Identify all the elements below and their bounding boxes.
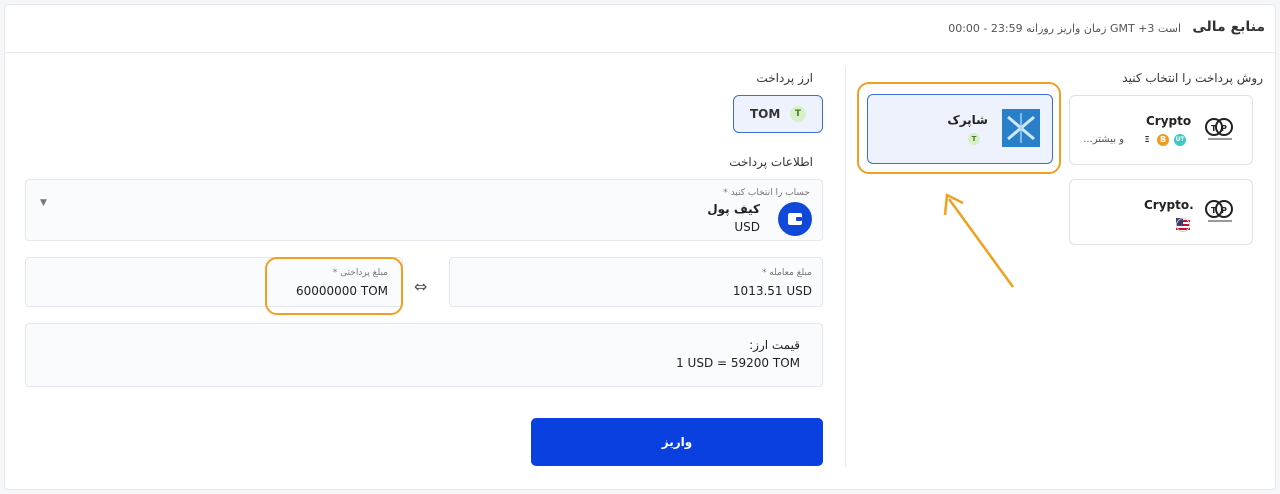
account-select[interactable]: حساب را انتخاب کنید * کیف پول USD ▼	[25, 179, 823, 241]
deposit-time-note: زمان واریز روزانه 23:59 - 00:00 GMT +3 ا…	[948, 22, 1181, 35]
page-title: منابع مالی	[1192, 19, 1265, 35]
tether-coin-icon: UT	[1174, 134, 1186, 146]
svg-text:P: P	[1221, 206, 1227, 215]
deal-amount-field[interactable]: مبلغ معامله * 1013.51 USD	[449, 257, 823, 307]
method-crypto-multi[interactable]: TP Crypto UT B Ξ و بیشتر...	[1069, 95, 1253, 165]
crypto-provider-logo-icon: TP	[1203, 196, 1237, 226]
currency-value: TOM	[750, 107, 781, 121]
currency-label: ارز پرداخت	[756, 71, 813, 85]
exchange-rate-box: قیمت ارز: 1 USD = 59200 TOM	[25, 323, 823, 387]
more-coins-text: و بیشتر...	[1083, 134, 1124, 145]
wallet-icon	[778, 202, 812, 236]
svg-text:T: T	[1211, 124, 1217, 133]
ethereum-coin-icon: Ξ	[1141, 134, 1153, 146]
crypto-provider-logo-icon: TP	[1203, 114, 1237, 144]
highlight-shaparak	[857, 82, 1061, 174]
deal-amount-label: مبلغ معامله *	[761, 268, 812, 278]
bitcoin-coin-icon: B	[1157, 134, 1169, 146]
deposit-button[interactable]: واریز	[531, 418, 823, 466]
annotation-arrow-icon	[943, 193, 1015, 288]
account-currency: USD	[734, 220, 760, 234]
toman-badge-icon: T	[790, 106, 806, 122]
rate-value: 1 USD = 59200 TOM	[676, 356, 800, 370]
main-card: منابع مالی زمان واریز روزانه 23:59 - 00:…	[4, 4, 1277, 490]
methods-label: روش پرداخت را انتخاب کنید	[1122, 71, 1263, 85]
method-crypto-usd[interactable]: TP Crypto.	[1069, 179, 1253, 245]
account-name: کیف پول	[707, 202, 760, 216]
method-name: Crypto.	[1144, 198, 1194, 212]
chevron-down-icon[interactable]: ▼	[40, 198, 47, 208]
header: منابع مالی زمان واریز روزانه 23:59 - 00:…	[5, 5, 1277, 53]
svg-text:T: T	[1211, 206, 1217, 215]
rate-label: قیمت ارز:	[749, 338, 800, 352]
svg-text:P: P	[1221, 124, 1227, 133]
us-flag-icon	[1176, 218, 1190, 232]
highlight-pay-amount	[265, 257, 403, 315]
account-select-label: حساب را انتخاب کنید *	[723, 188, 810, 198]
method-name: Crypto	[1146, 114, 1192, 128]
deal-amount-value: 1013.51 USD	[732, 284, 812, 298]
payment-info-label: اطلاعات پرداخت	[729, 155, 813, 169]
column-divider	[845, 67, 846, 467]
currency-tom-button[interactable]: TOM T	[733, 95, 823, 133]
swap-arrows-icon[interactable]: ⇔	[414, 277, 427, 296]
